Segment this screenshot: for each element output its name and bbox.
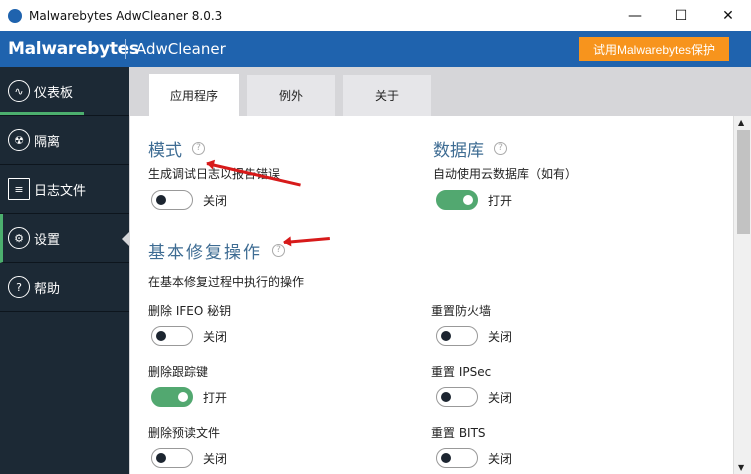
sidebar-item-dashboard[interactable]: ∿ 仪表板	[0, 67, 129, 116]
sidebar-item-label: 设置	[34, 232, 61, 248]
sidebar-item-log-files[interactable]: ≡ 日志文件	[0, 165, 129, 214]
database-heading: 数据库?	[433, 136, 507, 161]
sidebar-item-label: 日志文件	[34, 183, 87, 199]
toggle-switch[interactable]	[436, 387, 478, 407]
ipsec-toggle[interactable]: 关闭	[436, 387, 512, 407]
tab-about[interactable]: 关于	[343, 75, 431, 116]
gear-icon: ⚙	[8, 227, 30, 249]
try-malwarebytes-button[interactable]: 试用Malwarebytes保护	[579, 37, 729, 61]
tab-applications[interactable]: 应用程序	[149, 74, 239, 117]
window-title: Malwarebytes AdwCleaner 8.0.3	[29, 8, 223, 23]
toggle-switch[interactable]	[151, 326, 193, 346]
firewall-label: 重置防火墙	[431, 304, 492, 318]
minimize-button[interactable]: —	[612, 0, 658, 31]
scroll-down-icon[interactable]: ▼	[738, 463, 744, 472]
scroll-up-icon[interactable]: ▲	[738, 118, 744, 127]
toggle-switch[interactable]	[436, 326, 478, 346]
cloud-db-toggle[interactable]: 打开	[436, 190, 512, 210]
toggle-state: 打开	[203, 390, 228, 405]
product-name: AdwCleaner	[136, 40, 226, 58]
close-button[interactable]: ✕	[705, 0, 751, 31]
malwarebytes-logo: Malwarebytes	[8, 39, 139, 59]
toggle-switch[interactable]	[151, 387, 193, 407]
pulse-icon: ∿	[8, 80, 30, 102]
maximize-button[interactable]: ☐	[658, 0, 704, 31]
cloud-db-label: 自动使用云数据库（如有）	[433, 167, 578, 181]
mode-title: 模式	[148, 141, 182, 161]
sidebar-item-help[interactable]: ? 帮助	[0, 263, 129, 312]
ifeo-toggle[interactable]: 关闭	[151, 326, 227, 346]
database-title: 数据库	[433, 141, 484, 161]
toggle-state: 关闭	[488, 451, 513, 466]
document-icon: ≡	[8, 178, 30, 200]
sidebar: ∿ 仪表板 ☢ 隔离 ≡ 日志文件 ⚙ 设置 ? 帮助	[0, 67, 129, 474]
help-icon[interactable]: ?	[494, 142, 507, 155]
radiation-icon: ☢	[8, 129, 30, 151]
bits-toggle[interactable]: 关闭	[436, 448, 512, 468]
sidebar-item-quarantine[interactable]: ☢ 隔离	[0, 116, 129, 165]
toggle-switch[interactable]	[151, 448, 193, 468]
scrollbar[interactable]: ▲ ▼	[733, 116, 751, 474]
mode-heading: 模式?	[148, 136, 205, 161]
basic-repair-heading: 基本修复操作?	[148, 238, 285, 263]
help-icon[interactable]: ?	[192, 142, 205, 155]
basic-repair-title: 基本修复操作	[148, 243, 262, 263]
firewall-toggle[interactable]: 关闭	[436, 326, 512, 346]
sidebar-item-label: 隔离	[34, 134, 61, 150]
toggle-state: 关闭	[488, 390, 513, 405]
help-icon: ?	[8, 276, 30, 298]
sidebar-item-label: 仪表板	[34, 85, 74, 101]
tracking-keys-toggle[interactable]: 打开	[151, 387, 227, 407]
app-header: Malwarebytes AdwCleaner 试用Malwarebytes保护	[0, 31, 751, 67]
main-panel: 应用程序 例外 关于 模式? 生成调试日志以报告错误 关闭 数据库? 自动使用云…	[129, 67, 751, 474]
toggle-switch[interactable]	[436, 190, 478, 210]
toggle-switch[interactable]	[151, 190, 193, 210]
sidebar-item-settings[interactable]: ⚙ 设置	[0, 214, 129, 263]
toggle-state: 打开	[488, 193, 513, 208]
debug-log-toggle[interactable]: 关闭	[151, 190, 227, 210]
ipsec-label: 重置 IPSec	[431, 365, 492, 379]
tracking-keys-label: 删除跟踪键	[148, 365, 209, 379]
annotation-arrow	[283, 236, 330, 244]
toggle-state: 关闭	[203, 329, 228, 344]
scrollbar-thumb[interactable]	[737, 130, 750, 234]
title-bar: Malwarebytes AdwCleaner 8.0.3 — ☐ ✕	[0, 0, 751, 31]
basic-repair-desc: 在基本修复过程中执行的操作	[148, 275, 305, 289]
sidebar-item-label: 帮助	[34, 281, 61, 297]
header-divider	[125, 39, 126, 59]
bits-label: 重置 BITS	[431, 426, 486, 440]
ifeo-label: 删除 IFEO 秘钥	[148, 304, 232, 318]
toggle-state: 关闭	[488, 329, 513, 344]
prefetch-label: 删除预读文件	[148, 426, 221, 440]
app-icon	[8, 8, 22, 23]
toggle-state: 关闭	[203, 451, 228, 466]
toggle-state: 关闭	[203, 193, 228, 208]
settings-content: 模式? 生成调试日志以报告错误 关闭 数据库? 自动使用云数据库（如有） 打开 …	[130, 116, 733, 474]
tab-exclusions[interactable]: 例外	[247, 75, 335, 116]
toggle-switch[interactable]	[436, 448, 478, 468]
prefetch-toggle[interactable]: 关闭	[151, 448, 227, 468]
